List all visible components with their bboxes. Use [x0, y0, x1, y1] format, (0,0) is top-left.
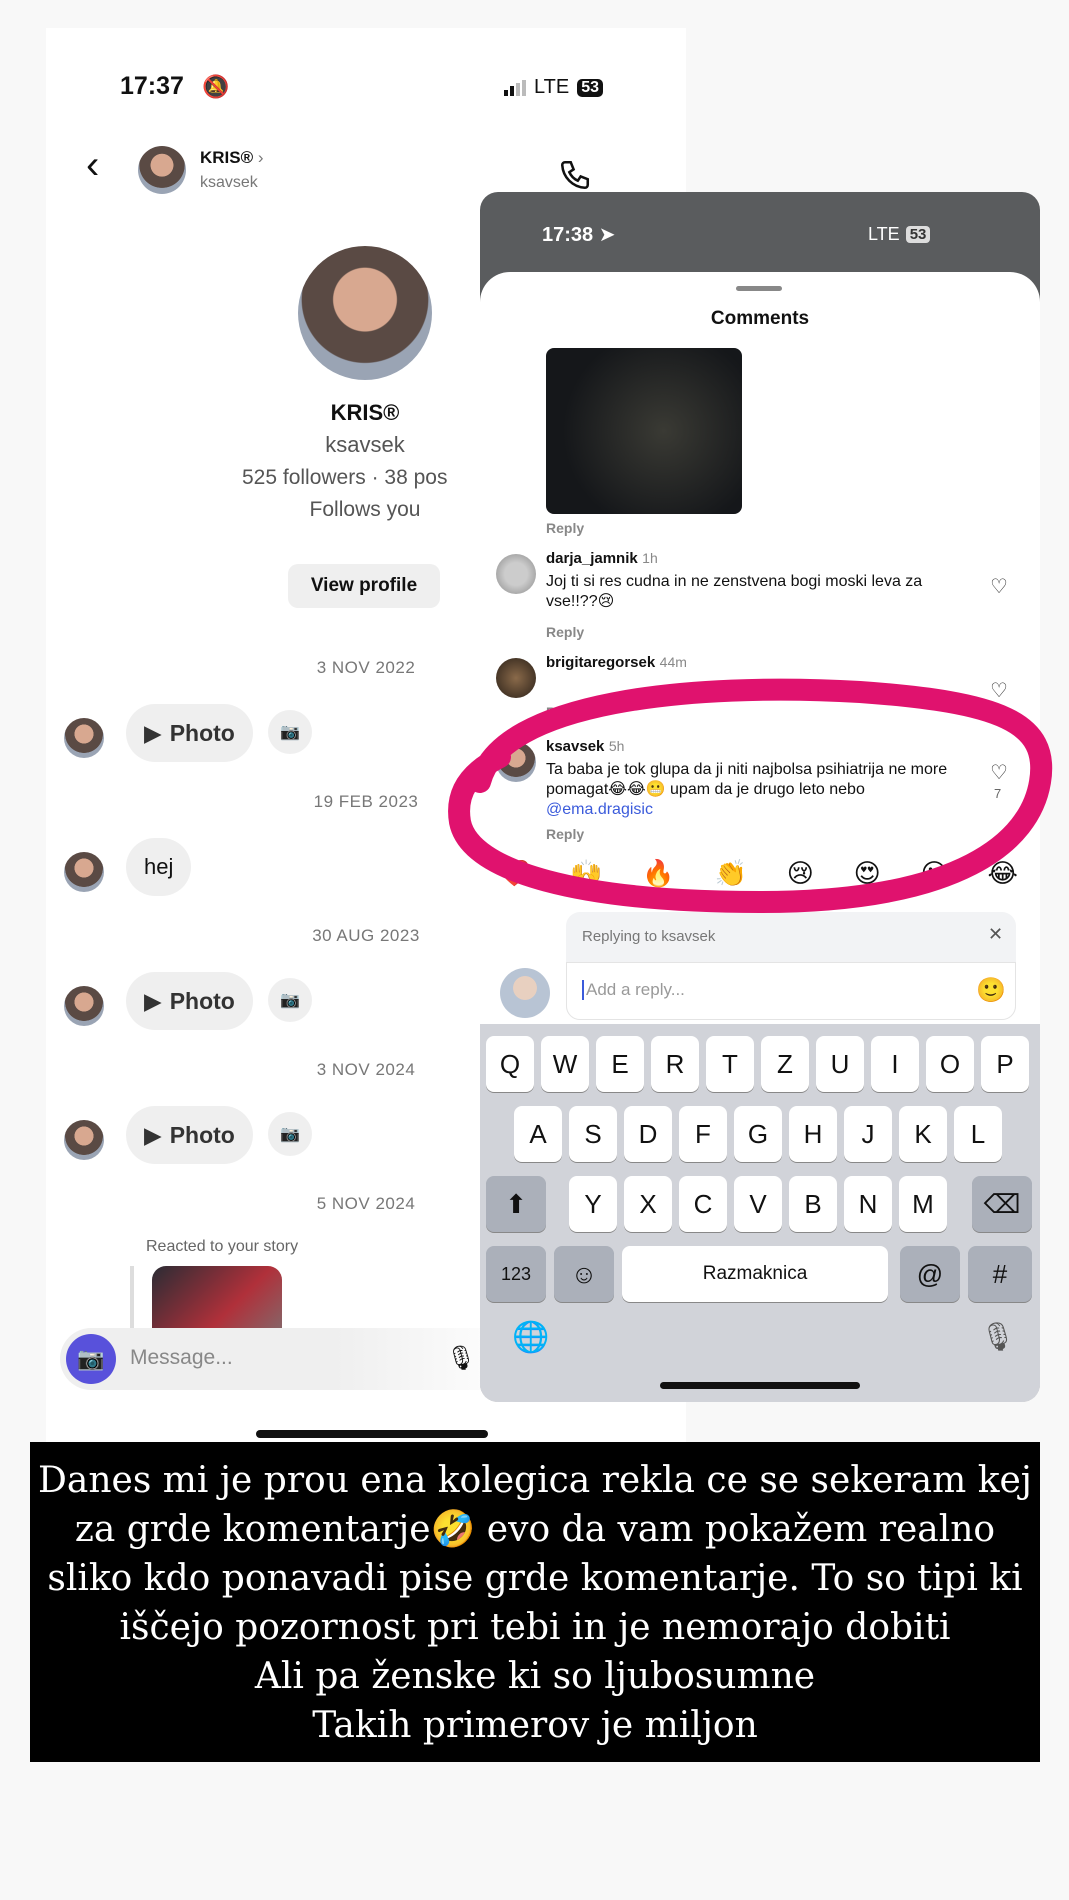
bell-muted-icon: 🔕: [202, 74, 230, 99]
highlight-ellipse: [448, 678, 1053, 914]
message-avatar: [64, 986, 104, 1026]
key-x[interactable]: X: [624, 1176, 672, 1232]
camera-icon[interactable]: 📷: [268, 710, 312, 754]
key-h[interactable]: H: [789, 1106, 837, 1162]
status-right: LTE 53: [504, 76, 603, 99]
key-m[interactable]: M: [899, 1176, 947, 1232]
heart-icon[interactable]: ♡: [990, 574, 1008, 599]
comment-avatar[interactable]: [496, 554, 536, 594]
signal-icon: [504, 79, 526, 96]
back-chevron-icon[interactable]: ‹: [86, 145, 99, 185]
key-c[interactable]: C: [679, 1176, 727, 1232]
comment-username[interactable]: darja_jamnik: [546, 550, 638, 567]
globe-icon[interactable]: 🌐: [512, 1320, 549, 1355]
key-g[interactable]: G: [734, 1106, 782, 1162]
keyboard: Q W E R T Z U I O P A S D F G H J K L ⬆ …: [480, 1024, 1040, 1402]
network-label: LTE: [534, 76, 570, 98]
comment-time: 1h: [642, 550, 658, 566]
key-i[interactable]: I: [871, 1036, 919, 1092]
caption-line: sliko kdo ponavadi pise grde komentarje.…: [47, 1558, 1023, 1599]
photo-message[interactable]: ▶ Photo: [126, 1106, 253, 1164]
space-key[interactable]: Razmaknica: [622, 1246, 888, 1302]
caption-line: Danes mi je prou ena kolegica rekla ce s…: [38, 1460, 1032, 1501]
status-time: 17:38 ➤: [542, 224, 616, 246]
profile-avatar[interactable]: [298, 246, 432, 380]
comment-text: Joj ti si res cudna in ne zenstvena bogi…: [546, 573, 923, 610]
play-icon: ▶: [144, 1121, 162, 1148]
key-k[interactable]: K: [899, 1106, 947, 1162]
comment-header: darja_jamnik 1h: [546, 550, 658, 568]
key-p[interactable]: P: [981, 1036, 1029, 1092]
comments-title: Comments: [710, 308, 810, 329]
play-icon: ▶: [144, 719, 162, 746]
caption-line: za grde komentarje🤣 evo da vam pokažem r…: [74, 1509, 996, 1550]
key-u[interactable]: U: [816, 1036, 864, 1092]
shift-key-icon[interactable]: ⬆: [486, 1176, 546, 1232]
caption-line: iščejo pozornost pri tebi in je nemorajo…: [119, 1607, 951, 1648]
key-r[interactable]: R: [651, 1036, 699, 1092]
status-right: LTE 53: [868, 224, 931, 245]
key-l[interactable]: L: [954, 1106, 1002, 1162]
dictation-mic-icon[interactable]: 🎙: [980, 1320, 1016, 1353]
camera-icon[interactable]: 📷: [268, 1112, 312, 1156]
drag-handle[interactable]: [736, 286, 782, 291]
key-o[interactable]: O: [926, 1036, 974, 1092]
key-q[interactable]: Q: [486, 1036, 534, 1092]
backspace-key-icon[interactable]: ⌫: [972, 1176, 1032, 1232]
key-s[interactable]: S: [569, 1106, 617, 1162]
key-e[interactable]: E: [596, 1036, 644, 1092]
key-z[interactable]: Z: [761, 1036, 809, 1092]
photo-message[interactable]: ▶ Photo: [126, 704, 253, 762]
message-input[interactable]: Message...: [130, 1346, 233, 1370]
view-profile-button[interactable]: View profile: [288, 564, 440, 608]
user-avatar: [500, 968, 550, 1018]
reply-link[interactable]: Reply: [546, 520, 584, 536]
caption-line: Ali pa ženske ki so ljubosumne: [254, 1656, 816, 1697]
key-f[interactable]: F: [679, 1106, 727, 1162]
message-avatar: [64, 852, 104, 892]
header-name[interactable]: KRIS® ›: [200, 148, 264, 168]
battery-icon: 53: [905, 226, 931, 243]
header-username: ksavsek: [200, 174, 258, 191]
caption-line: Takih primerov je miljon: [312, 1705, 758, 1746]
home-indicator: [256, 1430, 488, 1438]
at-key[interactable]: @: [900, 1246, 960, 1302]
key-t[interactable]: T: [706, 1036, 754, 1092]
text-message[interactable]: hej: [126, 838, 192, 896]
key-j[interactable]: J: [844, 1106, 892, 1162]
camera-icon[interactable]: 📷: [268, 978, 312, 1022]
location-arrow-icon: ➤: [598, 224, 616, 246]
replying-to-label: Replying to ksavsek: [582, 928, 716, 945]
key-w[interactable]: W: [541, 1036, 589, 1092]
numbers-key[interactable]: 123: [486, 1246, 546, 1302]
play-icon: ▶: [144, 987, 162, 1014]
key-n[interactable]: N: [844, 1176, 892, 1232]
hash-key[interactable]: #: [968, 1246, 1032, 1302]
network-label: LTE: [868, 224, 900, 244]
profile-stats: 525 followers · 38 pos: [242, 466, 448, 489]
story-caption: Danes mi je prou ena kolegica rekla ce s…: [30, 1442, 1040, 1762]
close-icon[interactable]: ✕: [988, 924, 1003, 945]
status-time: 17:37: [120, 72, 184, 100]
sticker-icon[interactable]: 🙂: [976, 976, 1006, 1005]
key-b[interactable]: B: [789, 1176, 837, 1232]
photo-message[interactable]: ▶ Photo: [126, 972, 253, 1030]
battery-icon: 53: [577, 78, 603, 97]
microphone-icon[interactable]: 🎙: [446, 1344, 476, 1373]
key-v[interactable]: V: [734, 1176, 782, 1232]
header-avatar[interactable]: [138, 146, 186, 194]
reply-input[interactable]: Add a reply...: [582, 980, 685, 1000]
message-avatar: [64, 1120, 104, 1160]
key-d[interactable]: D: [624, 1106, 672, 1162]
message-avatar: [64, 718, 104, 758]
home-indicator: [660, 1382, 860, 1389]
camera-button-icon[interactable]: 📷: [66, 1334, 116, 1384]
emoji-key-icon[interactable]: ☺: [554, 1246, 614, 1302]
comment-image[interactable]: [546, 348, 742, 514]
reply-link[interactable]: Reply: [546, 624, 584, 640]
reacted-label: Reacted to your story: [146, 1238, 299, 1255]
key-a[interactable]: A: [514, 1106, 562, 1162]
key-y[interactable]: Y: [569, 1176, 617, 1232]
